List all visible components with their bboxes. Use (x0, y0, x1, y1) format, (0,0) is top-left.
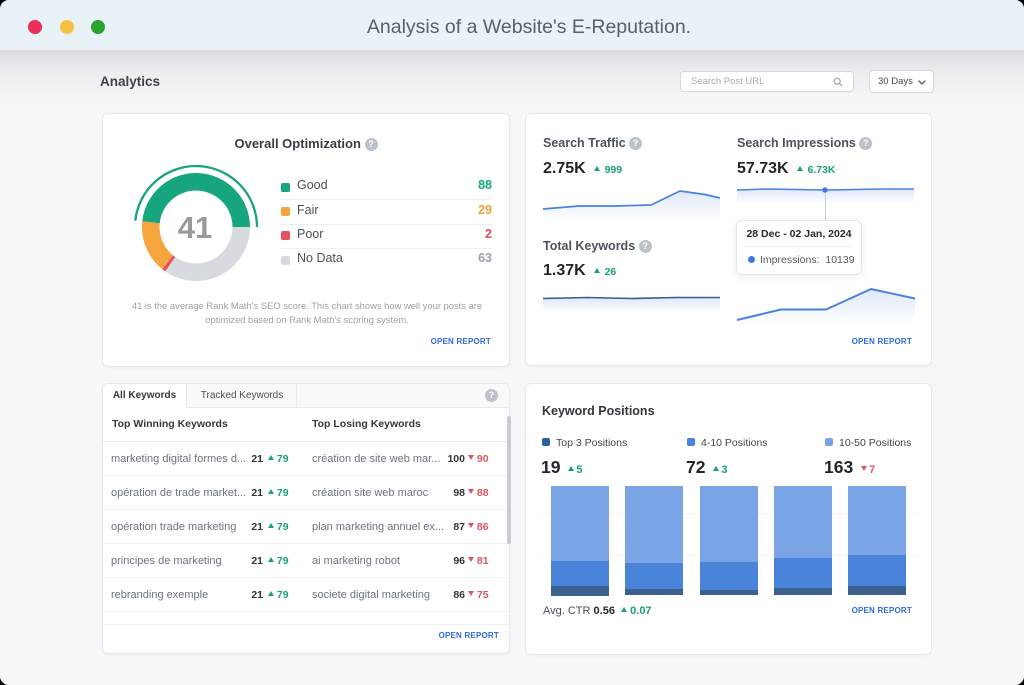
svg-text:41: 41 (178, 210, 212, 245)
